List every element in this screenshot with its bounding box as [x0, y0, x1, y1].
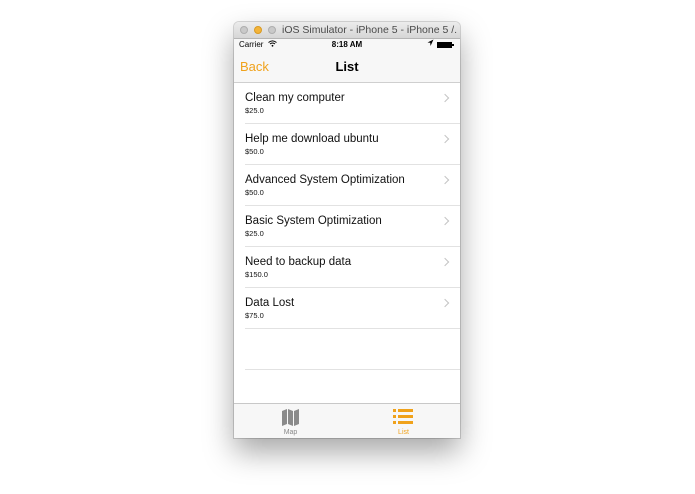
list-item[interactable]: Basic System Optimization $25.0 [245, 206, 460, 247]
location-arrow-icon [427, 39, 434, 49]
simulator-window: iOS Simulator - iPhone 5 - iPhone 5 /...… [234, 22, 460, 438]
list-item[interactable]: Data Lost $75.0 [245, 288, 460, 329]
tab-list-label: List [398, 429, 409, 436]
list-item[interactable]: Need to backup data $150.0 [245, 247, 460, 288]
battery-icon [437, 42, 454, 48]
list-item-price: $75.0 [245, 311, 264, 320]
list-item-price: $50.0 [245, 188, 264, 197]
close-window-button[interactable] [240, 26, 248, 34]
status-bar: Carrier 8:18 AM [234, 39, 460, 52]
list-item[interactable]: Clean my computer $25.0 [245, 83, 460, 124]
tab-list[interactable]: List [347, 404, 460, 438]
chevron-right-icon [440, 93, 450, 103]
chevron-right-icon [440, 298, 450, 308]
list-item-title: Basic System Optimization [245, 215, 382, 227]
navigation-bar: Back List [234, 52, 460, 83]
list-item-title: Data Lost [245, 297, 295, 309]
chevron-right-icon [440, 175, 450, 185]
chevron-right-icon [440, 134, 450, 144]
list-item-price: $50.0 [245, 147, 264, 156]
list-item-price: $25.0 [245, 229, 264, 238]
list-icon [393, 409, 413, 429]
list-item-price: $150.0 [245, 270, 268, 279]
page-title: List [335, 59, 359, 74]
zoom-window-button[interactable] [268, 26, 276, 34]
list-item-title: Advanced System Optimization [245, 174, 405, 186]
tab-bar: Map List [234, 403, 460, 438]
chevron-right-icon [440, 216, 450, 226]
list-item[interactable]: Advanced System Optimization $50.0 [245, 165, 460, 206]
tab-map-label: Map [283, 429, 298, 436]
chevron-right-icon [440, 257, 450, 267]
list-item-title: Need to backup data [245, 256, 352, 268]
window-title: iOS Simulator - iPhone 5 - iPhone 5 /... [282, 24, 458, 36]
minimize-window-button[interactable] [254, 26, 262, 34]
tab-map[interactable]: Map [234, 404, 347, 438]
task-list[interactable]: Clean my computer $25.0 Help me download… [234, 83, 460, 403]
list-item-title: Clean my computer [245, 92, 345, 104]
list-item-title: Help me download ubuntu [245, 133, 379, 145]
list-item-price: $25.0 [245, 106, 264, 115]
list-item[interactable]: Help me download ubuntu $50.0 [245, 124, 460, 165]
empty-row [245, 329, 460, 370]
window-titlebar[interactable]: iOS Simulator - iPhone 5 - iPhone 5 /... [234, 22, 460, 39]
